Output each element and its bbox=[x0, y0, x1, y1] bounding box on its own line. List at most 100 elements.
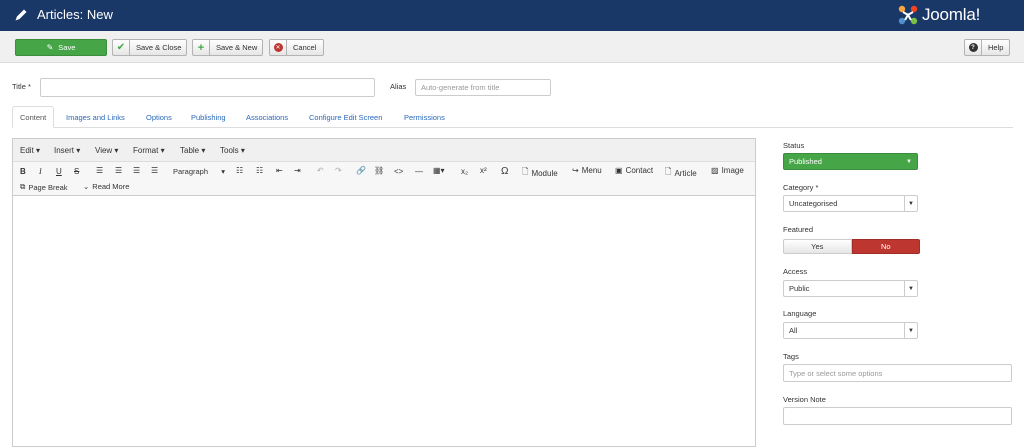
indent-icon[interactable]: ⇥ bbox=[294, 166, 301, 175]
category-select[interactable]: Uncategorised ▼ bbox=[783, 195, 918, 212]
module-label: Module bbox=[531, 168, 558, 178]
status-select[interactable]: Published ▼ bbox=[783, 153, 918, 170]
category-label: Category * bbox=[783, 183, 819, 192]
tab-images-links[interactable]: Images and Links bbox=[66, 106, 125, 128]
access-select-value: Public bbox=[789, 284, 810, 293]
editor-menubar: Edit ▾ Insert ▾ View ▾ Format ▾ Table ▾ … bbox=[13, 139, 755, 162]
image-label: Image bbox=[721, 166, 744, 175]
alias-input[interactable]: Auto-generate from title bbox=[415, 79, 551, 96]
superscript-icon[interactable]: x² bbox=[480, 166, 487, 175]
tags-label: Tags bbox=[783, 352, 799, 361]
featured-yes-button[interactable]: Yes bbox=[783, 239, 852, 254]
status-select-value: Published bbox=[789, 157, 822, 166]
menu-insert[interactable]: Insert ▾ bbox=[54, 146, 80, 155]
edit-icon: ✎ bbox=[46, 43, 54, 52]
caret-down-icon: ▾ bbox=[221, 167, 225, 176]
menu-tools-label: Tools bbox=[220, 146, 239, 155]
align-right-icon[interactable]: ☰ bbox=[133, 166, 140, 175]
access-label: Access bbox=[783, 267, 808, 276]
toolbar: ✎ Save ✔ Save & Close + Save & New ✕ Can… bbox=[0, 31, 1024, 63]
help-label: Help bbox=[988, 43, 1004, 52]
format-select-label: Paragraph bbox=[173, 167, 209, 176]
save-new-label: Save & New bbox=[216, 43, 258, 52]
redo-icon[interactable]: ↷ bbox=[335, 166, 342, 175]
article-button[interactable]: 🗋 Article bbox=[665, 166, 697, 180]
menu-edit[interactable]: Edit ▾ bbox=[20, 146, 40, 155]
article-label: Article bbox=[674, 168, 697, 178]
image-button[interactable]: ▨ Image bbox=[711, 166, 744, 175]
address-book-icon: ▣ bbox=[615, 166, 623, 175]
language-select[interactable]: All ▼ bbox=[783, 322, 918, 339]
menu-format[interactable]: Format ▾ bbox=[133, 146, 165, 155]
tab-publishing[interactable]: Publishing bbox=[191, 106, 226, 128]
subscript-icon[interactable]: x₂ bbox=[461, 167, 468, 176]
tab-permissions[interactable]: Permissions bbox=[404, 106, 445, 128]
menu-insert-label: Insert bbox=[54, 146, 75, 155]
save-close-button[interactable]: ✔ Save & Close bbox=[112, 39, 187, 56]
contact-button[interactable]: ▣ Contact bbox=[615, 166, 653, 175]
version-note-input[interactable] bbox=[783, 407, 1012, 425]
menu-tools[interactable]: Tools ▾ bbox=[220, 146, 245, 155]
tab-options[interactable]: Options bbox=[146, 106, 172, 128]
underline-icon[interactable]: U bbox=[56, 167, 62, 176]
menu-button-label: Menu bbox=[581, 166, 602, 175]
save-new-button[interactable]: + Save & New bbox=[192, 39, 263, 56]
menu-table-label: Table bbox=[180, 146, 200, 155]
outdent-icon[interactable]: ⇤ bbox=[276, 166, 283, 175]
tab-configure-edit-screen[interactable]: Configure Edit Screen bbox=[309, 106, 382, 128]
bullet-list-icon[interactable]: ☷ bbox=[236, 166, 243, 175]
caret-down-icon: ▼ bbox=[904, 281, 917, 296]
share-icon: ↪ bbox=[572, 166, 579, 175]
read-more-label: Read More bbox=[92, 182, 130, 191]
save-close-label: Save & Close bbox=[136, 43, 182, 52]
menu-button[interactable]: ↪ Menu bbox=[572, 166, 602, 175]
check-icon: ✔ bbox=[113, 40, 130, 55]
featured-no-button[interactable]: No bbox=[851, 239, 920, 254]
module-button[interactable]: 🗋 Module bbox=[522, 166, 558, 180]
menu-table[interactable]: Table ▾ bbox=[180, 146, 205, 155]
tab-associations[interactable]: Associations bbox=[246, 106, 288, 128]
chevron-down-icon: ⌄ bbox=[83, 182, 90, 191]
page-break-button[interactable]: ⧉ Page Break bbox=[20, 182, 68, 192]
cancel-button[interactable]: ✕ Cancel bbox=[269, 39, 324, 56]
special-char-icon[interactable]: Ω bbox=[501, 166, 508, 177]
save-button[interactable]: ✎ Save bbox=[15, 39, 107, 56]
align-left-icon[interactable]: ☰ bbox=[96, 166, 103, 175]
editor-toolbar: B I U S ☰ ☰ ☰ ☰ Paragraph ▾ ☷ ☷ ⇤ ⇥ ↶ ↷ 🔗… bbox=[13, 162, 755, 196]
pencil-icon bbox=[15, 9, 27, 21]
alias-label: Alias bbox=[390, 82, 407, 91]
copy-icon: ⧉ bbox=[20, 182, 26, 191]
horizontal-rule-icon[interactable]: — bbox=[415, 167, 423, 176]
contact-label: Contact bbox=[625, 166, 654, 175]
undo-icon[interactable]: ↶ bbox=[317, 166, 324, 175]
version-note-label: Version Note bbox=[783, 395, 826, 404]
help-button[interactable]: ? Help bbox=[964, 39, 1010, 56]
joomla-logo-text: Joomla! bbox=[922, 5, 981, 24]
editor-body[interactable] bbox=[13, 196, 755, 446]
format-select[interactable]: Paragraph ▾ bbox=[173, 167, 225, 176]
menu-view[interactable]: View ▾ bbox=[95, 146, 118, 155]
table-icon[interactable]: ▦▾ bbox=[433, 166, 445, 175]
joomla-logo: Joomla! bbox=[897, 4, 980, 26]
unlink-icon[interactable]: ⛓ bbox=[374, 166, 384, 175]
read-more-button[interactable]: ⌄ Read More bbox=[83, 182, 129, 191]
tags-input[interactable]: Type or select some options bbox=[783, 364, 1012, 382]
link-icon[interactable]: 🔗 bbox=[356, 166, 366, 175]
justify-icon[interactable]: ☰ bbox=[151, 166, 158, 175]
code-icon[interactable]: <> bbox=[394, 167, 403, 176]
align-center-icon[interactable]: ☰ bbox=[115, 166, 122, 175]
numbered-list-icon[interactable]: ☷ bbox=[256, 166, 263, 175]
italic-icon[interactable]: I bbox=[39, 167, 42, 176]
tab-bar: Content Images and Links Options Publish… bbox=[12, 106, 1013, 128]
access-select[interactable]: Public ▼ bbox=[783, 280, 918, 297]
caret-down-icon: ▼ bbox=[906, 158, 912, 165]
plus-icon: + bbox=[193, 40, 210, 55]
tab-content[interactable]: Content bbox=[12, 106, 55, 128]
category-select-value: Uncategorised bbox=[789, 199, 838, 208]
bold-icon[interactable]: B bbox=[20, 167, 26, 176]
strikethrough-icon[interactable]: S bbox=[74, 167, 79, 176]
title-input[interactable] bbox=[40, 78, 375, 97]
editor: Edit ▾ Insert ▾ View ▾ Format ▾ Table ▾ … bbox=[12, 138, 756, 447]
caret-down-icon: ▼ bbox=[904, 196, 917, 211]
page-title: Articles: New bbox=[37, 7, 113, 22]
